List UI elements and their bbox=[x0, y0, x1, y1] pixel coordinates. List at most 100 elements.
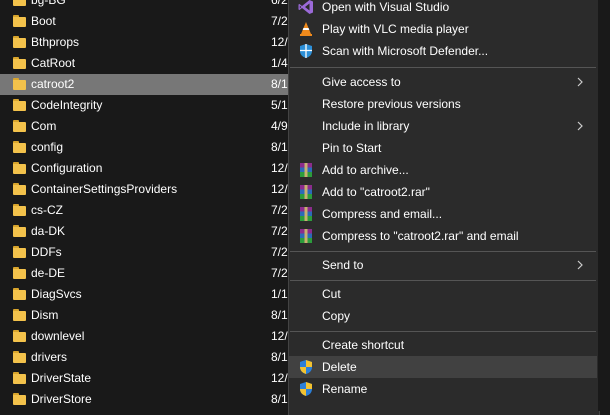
file-name: de-DE bbox=[31, 266, 66, 280]
menu-item-pin-to-start[interactable]: Pin to Start bbox=[289, 137, 597, 159]
date-modified: 12/ bbox=[271, 35, 288, 49]
date-modified: 7/2 bbox=[271, 245, 288, 259]
date-modified: 12/ bbox=[271, 182, 288, 196]
folder-icon bbox=[13, 36, 26, 48]
menu-item-restore-previous-versions[interactable]: Restore previous versions bbox=[289, 93, 597, 115]
menu-item-rename[interactable]: Rename bbox=[289, 378, 597, 400]
menu-item-label: Restore previous versions bbox=[322, 97, 461, 111]
file-row[interactable]: DiagSvcs 1/1 bbox=[0, 284, 290, 305]
file-name: Com bbox=[31, 119, 57, 133]
background-strip bbox=[598, 0, 610, 411]
file-row[interactable]: bg-BG 6/2 bbox=[0, 0, 290, 11]
date-modified: 5/1 bbox=[271, 98, 288, 112]
file-row[interactable]: Boot 7/2 bbox=[0, 11, 290, 32]
folder-icon bbox=[13, 204, 26, 216]
date-modified: 12/ bbox=[271, 161, 288, 175]
file-list: bg-BG 6/2 Boot 7/2 Bthprops 12/CatRoot 1/4 catr… bbox=[0, 0, 290, 410]
menu-item-add-to-archive[interactable]: Add to archive... bbox=[289, 159, 597, 181]
file-row[interactable]: drivers 8/1 bbox=[0, 347, 290, 368]
file-row[interactable]: catroot2 8/1 bbox=[0, 74, 290, 95]
menu-item-cut[interactable]: Cut bbox=[289, 283, 597, 305]
winrar-icon bbox=[300, 163, 312, 177]
date-modified: 8/1 bbox=[271, 392, 288, 406]
menu-item-scan-with-defender[interactable]: Scan with Microsoft Defender... bbox=[289, 40, 597, 62]
menu-item-label: Create shortcut bbox=[322, 338, 405, 352]
menu-item-play-with-vlc[interactable]: Play with VLC media player bbox=[289, 18, 597, 40]
file-name: CatRoot bbox=[31, 56, 76, 70]
file-name: Boot bbox=[31, 14, 56, 28]
date-modified: 12/ bbox=[271, 329, 288, 343]
menu-separator bbox=[290, 251, 596, 252]
menu-item-label: Add to archive... bbox=[322, 163, 409, 177]
file-row[interactable]: DriverStore 8/1 bbox=[0, 389, 290, 410]
menu-item-compress-to-rar-and-email[interactable]: Compress to "catroot2.rar" and email bbox=[289, 225, 597, 247]
chevron-right-icon bbox=[577, 260, 583, 270]
date-modified: 7/2 bbox=[271, 266, 288, 280]
file-row[interactable]: Com 4/9 bbox=[0, 116, 290, 137]
winrar-icon bbox=[300, 185, 312, 199]
file-name: Bthprops bbox=[31, 35, 80, 49]
date-modified: 4/9 bbox=[271, 119, 288, 133]
file-row[interactable]: ContainerSettingsProviders 12/ bbox=[0, 179, 290, 200]
file-row[interactable]: de-DE 7/2 bbox=[0, 263, 290, 284]
file-row[interactable]: Configuration 12/ bbox=[0, 158, 290, 179]
date-modified: 1/4 bbox=[271, 56, 288, 70]
menu-separator bbox=[290, 331, 596, 332]
file-row[interactable]: config 8/1 bbox=[0, 137, 290, 158]
file-name: config bbox=[31, 140, 64, 154]
menu-item-label: Give access to bbox=[322, 75, 401, 89]
menu-item-copy[interactable]: Copy bbox=[289, 305, 597, 327]
menu-item-add-to-catroot2-rar[interactable]: Add to "catroot2.rar" bbox=[289, 181, 597, 203]
folder-icon bbox=[13, 288, 26, 300]
menu-item-label: Compress to "catroot2.rar" and email bbox=[322, 229, 519, 243]
file-row[interactable]: cs-CZ 7/2 bbox=[0, 200, 290, 221]
file-row[interactable]: CodeIntegrity 5/1 bbox=[0, 95, 290, 116]
file-row[interactable]: Dism 8/1 bbox=[0, 305, 290, 326]
winrar-icon bbox=[300, 229, 312, 243]
vlc-cone-icon bbox=[300, 22, 312, 36]
folder-icon bbox=[13, 141, 26, 153]
date-modified: 7/2 bbox=[271, 224, 288, 238]
file-name: DiagSvcs bbox=[31, 287, 82, 301]
menu-item-delete[interactable]: Delete bbox=[289, 356, 597, 378]
chevron-right-icon bbox=[577, 77, 583, 87]
file-row[interactable]: Bthprops 12/ bbox=[0, 32, 290, 53]
menu-item-label: Scan with Microsoft Defender... bbox=[322, 44, 489, 58]
file-row[interactable]: CatRoot 1/4 bbox=[0, 53, 290, 74]
folder-icon bbox=[13, 267, 26, 279]
file-name: da-DK bbox=[31, 224, 66, 238]
file-name: downlevel bbox=[31, 329, 85, 343]
folder-icon bbox=[13, 246, 26, 258]
date-modified: 8/1 bbox=[271, 77, 288, 91]
file-row[interactable]: DriverState 12/ bbox=[0, 368, 290, 389]
folder-icon bbox=[13, 0, 26, 6]
menu-item-give-access-to[interactable]: Give access to bbox=[289, 71, 597, 93]
date-modified: 6/2 bbox=[271, 0, 288, 7]
date-modified: 8/1 bbox=[271, 308, 288, 322]
file-name: DriverStore bbox=[31, 392, 92, 406]
folder-icon bbox=[13, 393, 26, 405]
folder-icon bbox=[13, 330, 26, 342]
folder-icon bbox=[13, 162, 26, 174]
menu-item-label: Pin to Start bbox=[322, 141, 382, 155]
menu-item-send-to[interactable]: Send to bbox=[289, 254, 597, 276]
folder-icon bbox=[13, 99, 26, 111]
folder-icon bbox=[13, 15, 26, 27]
file-explorer-list-pane: bg-BG 6/2 Boot 7/2 Bthprops 12/CatRoot 1/4 catr… bbox=[0, 0, 290, 411]
file-name: Configuration bbox=[31, 161, 103, 175]
menu-item-label: Compress and email... bbox=[322, 207, 443, 221]
date-modified: 7/2 bbox=[271, 14, 288, 28]
menu-item-open-with-visual-studio[interactable]: Open with Visual Studio bbox=[289, 0, 597, 18]
date-modified: 1/1 bbox=[271, 287, 288, 301]
menu-item-include-in-library[interactable]: Include in library bbox=[289, 115, 597, 137]
file-row[interactable]: downlevel 12/ bbox=[0, 326, 290, 347]
chevron-right-icon bbox=[577, 121, 583, 131]
menu-item-create-shortcut[interactable]: Create shortcut bbox=[289, 334, 597, 356]
file-name: ContainerSettingsProviders bbox=[31, 182, 178, 196]
file-row[interactable]: da-DK 7/2 bbox=[0, 221, 290, 242]
date-modified: 7/2 bbox=[271, 203, 288, 217]
file-name: bg-BG bbox=[31, 0, 66, 7]
file-row[interactable]: DDFs 7/2 bbox=[0, 242, 290, 263]
menu-item-label: Add to "catroot2.rar" bbox=[322, 185, 430, 199]
menu-item-compress-and-email[interactable]: Compress and email... bbox=[289, 203, 597, 225]
